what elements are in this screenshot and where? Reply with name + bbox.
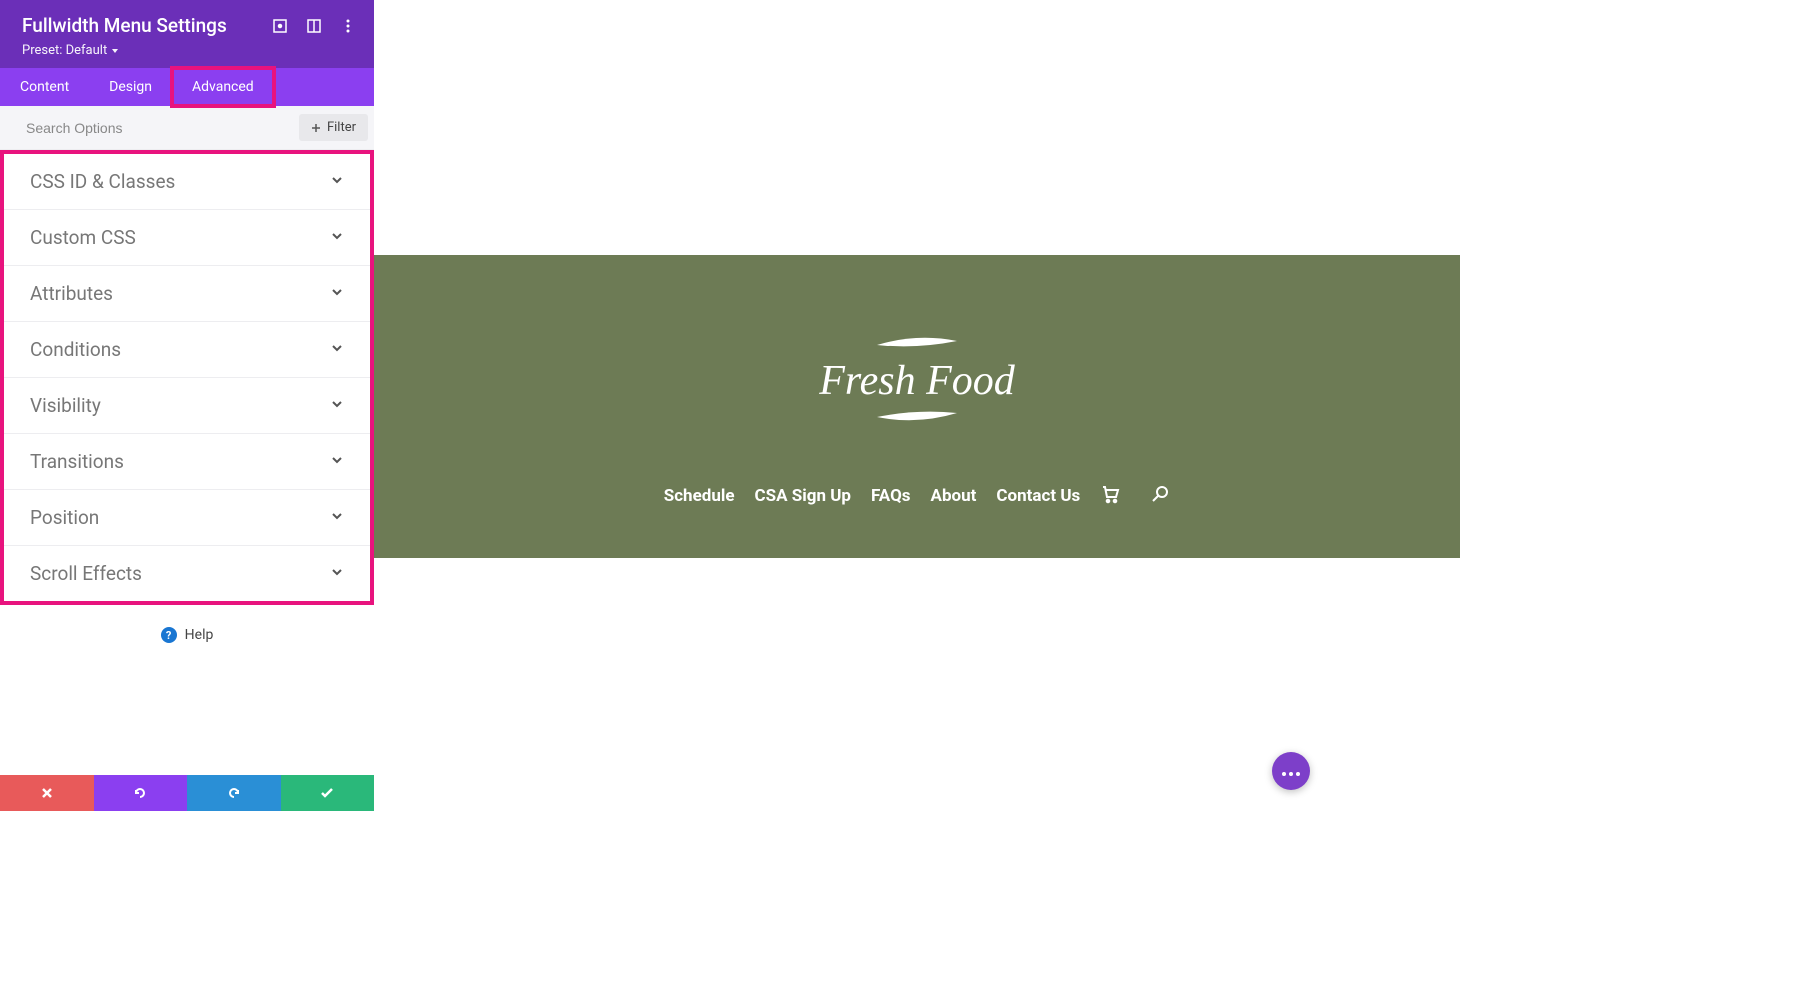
option-visibility[interactable]: Visibility	[4, 378, 370, 434]
tab-advanced[interactable]: Advanced	[172, 68, 274, 106]
option-custom-css[interactable]: Custom CSS	[4, 210, 370, 266]
options-list: CSS ID & Classes Custom CSS Attributes C…	[0, 150, 374, 605]
help-label: Help	[185, 627, 214, 643]
logo-bottom-text: HEALTHY FOOD	[832, 435, 1002, 456]
option-conditions[interactable]: Conditions	[4, 322, 370, 378]
nav-faqs[interactable]: FAQs	[871, 486, 911, 506]
preset-label: Preset: Default	[22, 43, 107, 58]
fab-button[interactable]	[1272, 752, 1310, 790]
settings-title: Fullwidth Menu Settings	[22, 14, 227, 37]
settings-sidebar: Fullwidth Menu Settings Preset: Default …	[0, 0, 374, 811]
nav-csa-signup[interactable]: CSA Sign Up	[755, 486, 851, 506]
help-row[interactable]: ? Help	[0, 605, 374, 665]
chevron-down-icon	[330, 229, 344, 247]
hero-section: NATURAL FOOD Fresh Food HEALTHY FOOD Sch…	[374, 255, 1460, 558]
chevron-down-icon	[330, 173, 344, 191]
logo-main-text: Fresh Food	[819, 357, 1015, 405]
responsive-icon[interactable]	[272, 18, 288, 34]
nav-contact[interactable]: Contact Us	[996, 486, 1080, 506]
leaf-icon	[867, 409, 967, 431]
chevron-down-icon	[330, 397, 344, 415]
hover-icon[interactable]	[306, 18, 322, 34]
tab-content[interactable]: Content	[0, 68, 89, 106]
logo: NATURAL FOOD Fresh Food HEALTHY FOOD	[819, 306, 1015, 456]
nav-about[interactable]: About	[931, 486, 977, 506]
main-nav: Schedule CSA Sign Up FAQs About Contact …	[664, 484, 1171, 508]
option-scroll-effects[interactable]: Scroll Effects	[4, 546, 370, 601]
chevron-down-icon	[330, 509, 344, 527]
logo-top-text: NATURAL FOOD	[832, 306, 1002, 327]
more-icon[interactable]	[340, 18, 356, 34]
close-button[interactable]	[0, 775, 94, 811]
option-attributes[interactable]: Attributes	[4, 266, 370, 322]
chevron-down-icon	[330, 285, 344, 303]
option-position[interactable]: Position	[4, 490, 370, 546]
help-icon: ?	[161, 627, 177, 643]
preset-selector[interactable]: Preset: Default	[22, 43, 356, 58]
search-icon[interactable]	[1150, 484, 1170, 508]
nav-schedule[interactable]: Schedule	[664, 486, 735, 506]
filter-button[interactable]: Filter	[299, 114, 368, 141]
leaf-icon	[867, 331, 967, 353]
more-horizontal-icon	[1281, 761, 1301, 782]
save-button[interactable]	[281, 775, 375, 811]
tab-design[interactable]: Design	[89, 68, 172, 106]
undo-button[interactable]	[94, 775, 188, 811]
redo-button[interactable]	[187, 775, 281, 811]
chevron-down-icon	[330, 565, 344, 583]
filter-label: Filter	[327, 120, 356, 135]
preview-area: NATURAL FOOD Fresh Food HEALTHY FOOD Sch…	[374, 0, 1800, 1001]
settings-tabs: Content Design Advanced	[0, 68, 374, 106]
chevron-down-icon	[330, 453, 344, 471]
cart-icon[interactable]	[1100, 484, 1120, 508]
option-transitions[interactable]: Transitions	[4, 434, 370, 490]
chevron-down-icon	[330, 341, 344, 359]
settings-header: Fullwidth Menu Settings Preset: Default	[0, 0, 374, 68]
option-css-id-classes[interactable]: CSS ID & Classes	[4, 154, 370, 210]
action-bar	[0, 775, 374, 811]
search-row: Filter	[0, 106, 374, 150]
search-input[interactable]	[26, 120, 299, 136]
